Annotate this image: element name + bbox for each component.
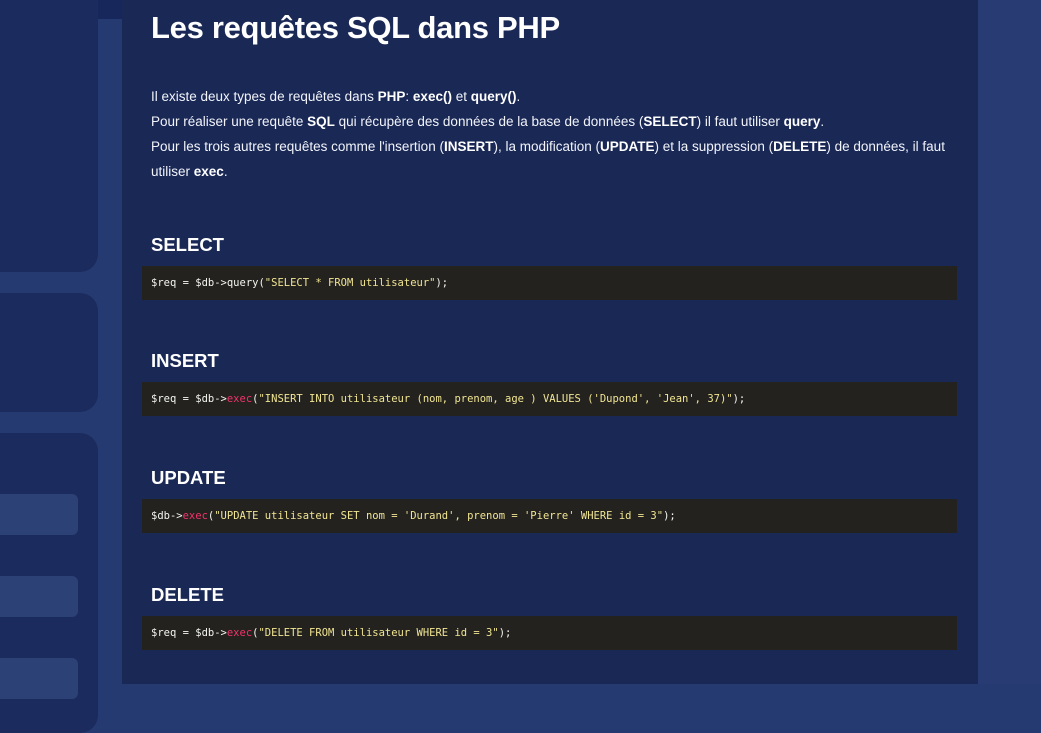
code-string: "INSERT INTO utilisateur (nom, prenom, a… [258,393,733,405]
code-method: exec [182,510,208,522]
code-text: $db-> [151,510,183,522]
intro-text-run: . [516,89,521,104]
intro-bold-term: SELECT [643,114,697,129]
section-title-insert: INSERT [151,350,219,371]
code-text: ); [435,277,449,289]
intro-bold-term: query [783,114,821,129]
intro-bold-term: exec [193,164,224,179]
intro-text-run: . [820,114,825,129]
intro-text-run: ) il faut utiliser [696,114,784,129]
code-method: exec [226,393,253,405]
code-text: $req = $db-> [151,277,227,289]
sidebar-card [0,0,98,272]
intro-line: Il existe deux types de requêtes dans PH… [151,84,951,109]
code-block-insert[interactable]: $req = $db->exec("INSERT INTO utilisateu… [142,382,957,416]
code-string: "SELECT * FROM utilisateur" [264,277,436,289]
code-text: ); [663,510,676,522]
code-text: ); [732,393,746,405]
right-sidebar [978,0,1041,684]
code-text: ); [498,627,512,639]
sidebar-item[interactable] [0,658,78,699]
code-block-delete[interactable]: $req = $db->exec("DELETE FROM utilisateu… [142,616,957,650]
intro-bold-term: PHP [377,89,406,104]
code-block-select[interactable]: $req = $db->query("SELECT * FROM utilisa… [142,266,957,300]
intro-text-run: . [223,164,228,179]
sidebar-item[interactable] [0,576,78,617]
code-string: "DELETE FROM utilisateur WHERE id = 3" [258,627,499,639]
left-sidebar [0,0,122,733]
section-title-select: SELECT [151,234,224,255]
intro-bold-term: exec() [412,89,452,104]
main-content: Les requêtes SQL dans PHP Il existe deux… [122,0,978,684]
intro-bold-term: UPDATE [600,139,655,154]
intro-text-run: Pour réaliser une requête [151,114,308,129]
intro-text-run: : [405,89,413,104]
section-title-delete: DELETE [151,584,224,605]
intro-text: Il existe deux types de requêtes dans PH… [151,84,951,184]
page-title: Les requêtes SQL dans PHP [151,10,560,45]
code-block-update[interactable]: $db->exec("UPDATE utilisateur SET nom = … [142,499,957,533]
sidebar-card [0,293,98,412]
code-method: exec [226,627,253,639]
code-text: $req = $db-> [151,393,227,405]
code-text: $req = $db-> [151,627,227,639]
intro-bold-term: DELETE [773,139,827,154]
intro-bold-term: SQL [307,114,335,129]
intro-text-run: Il existe deux types de requêtes dans [151,89,378,104]
intro-line: Pour réaliser une requête SQL qui récupè… [151,109,951,134]
intro-line: Pour les trois autres requêtes comme l'i… [151,134,951,184]
intro-text-run: qui récupère des données de la base de d… [334,114,644,129]
intro-text-run: ) et la suppression ( [654,139,774,154]
code-method: query [226,277,259,289]
intro-text-run: Pour les trois autres requêtes comme l'i… [151,139,444,154]
intro-bold-term: query() [470,89,517,104]
section-title-update: UPDATE [151,467,226,488]
intro-text-run: ), la modification ( [493,139,601,154]
intro-text-run: et [451,89,471,104]
code-string: "UPDATE utilisateur SET nom = 'Durand', … [214,510,664,522]
intro-bold-term: INSERT [443,139,494,154]
sidebar-item[interactable] [0,494,78,535]
